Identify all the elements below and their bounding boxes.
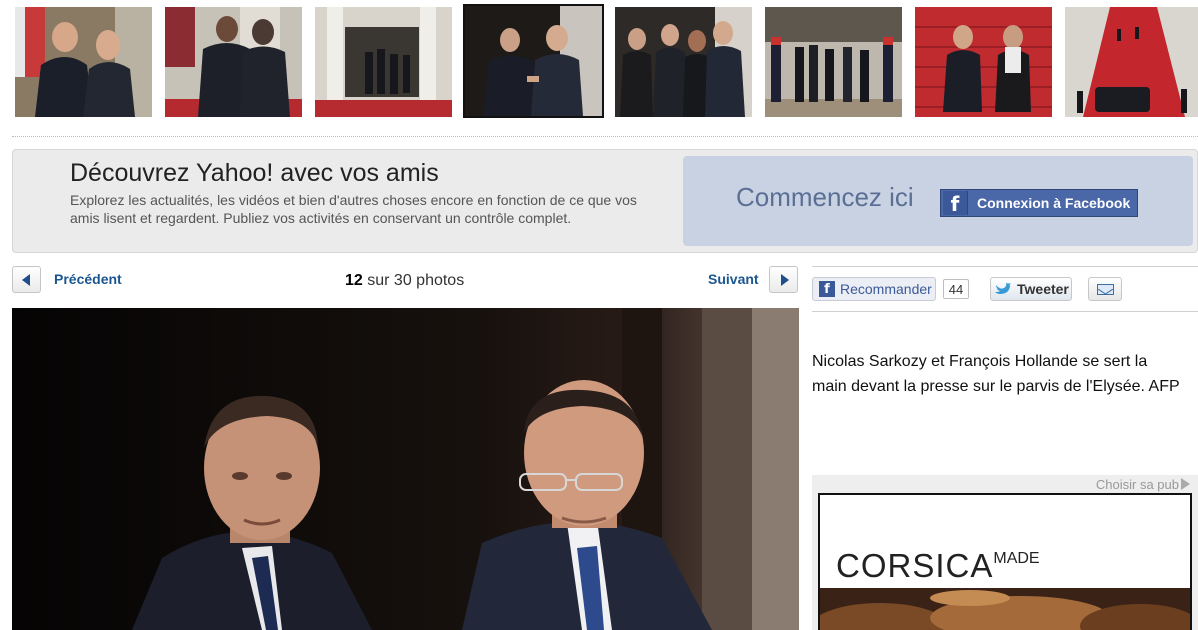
ad-brand: CORSICAMADE bbox=[836, 547, 1040, 584]
tweet-button[interactable]: Tweeter bbox=[990, 277, 1072, 301]
main-photo[interactable] bbox=[12, 308, 799, 630]
recommend-count: 44 bbox=[943, 279, 969, 299]
thumbnail-1[interactable] bbox=[15, 7, 152, 117]
email-share-button[interactable] bbox=[1088, 277, 1122, 301]
yahoo-social-promo: Découvrez Yahoo! avec vos amis Explorez … bbox=[12, 149, 1198, 253]
ad-choices-link[interactable]: Choisir sa pub bbox=[1096, 477, 1190, 492]
facebook-connect-button[interactable]: f Connexion à Facebook bbox=[940, 189, 1138, 217]
tweet-label: Tweeter bbox=[1017, 281, 1069, 297]
mail-icon bbox=[1097, 284, 1114, 295]
previous-button[interactable] bbox=[12, 266, 41, 293]
facebook-connect-label: Connexion à Facebook bbox=[977, 195, 1131, 211]
promo-description: Explorez les actualités, les vidéos et b… bbox=[70, 192, 637, 226]
ad-container: Choisir sa pub CORSICAMADE bbox=[812, 475, 1198, 630]
photo-caption: Nicolas Sarkozy et François Hollande se … bbox=[812, 353, 1180, 395]
divider bbox=[12, 136, 1198, 137]
start-label: Commencez ici bbox=[736, 182, 914, 212]
current-photo-number: 12 bbox=[345, 272, 363, 289]
ad-image bbox=[820, 588, 1190, 630]
thumbnail-6[interactable] bbox=[765, 7, 902, 117]
prev-arrow-icon bbox=[22, 274, 30, 286]
previous-link[interactable]: Précédent bbox=[54, 271, 122, 287]
play-icon bbox=[1181, 478, 1190, 490]
ad-choices-label: Choisir sa pub bbox=[1095, 477, 1179, 492]
next-arrow-icon bbox=[781, 274, 789, 286]
thumbnail-7[interactable] bbox=[915, 7, 1052, 117]
twitter-bird-icon bbox=[995, 283, 1011, 294]
promo-signup-panel: Commencez ici f Connexion à Facebook bbox=[683, 156, 1193, 246]
next-button[interactable] bbox=[769, 266, 798, 293]
photo-counter: 12 sur 30 photos bbox=[345, 272, 464, 290]
thumbnail-4-selected[interactable] bbox=[463, 4, 604, 118]
facebook-icon: f bbox=[819, 281, 835, 297]
thumbnail-5[interactable] bbox=[615, 7, 752, 117]
next-link[interactable]: Suivant bbox=[708, 271, 759, 287]
social-share-bar: f Recommander 44 Tweeter bbox=[812, 266, 1198, 312]
thumbnail-3[interactable] bbox=[315, 7, 452, 117]
advertisement[interactable]: CORSICAMADE bbox=[818, 493, 1192, 630]
thumbnail-2[interactable] bbox=[165, 7, 302, 117]
facebook-icon: f bbox=[943, 191, 968, 215]
promo-title: Découvrez Yahoo! avec vos amis bbox=[70, 159, 439, 187]
photo-total: sur 30 photos bbox=[367, 272, 465, 289]
recommend-label: Recommander bbox=[840, 281, 932, 297]
facebook-recommend-button[interactable]: f Recommander bbox=[812, 277, 936, 301]
thumbnail-strip bbox=[0, 0, 1198, 125]
thumbnail-8[interactable] bbox=[1065, 7, 1198, 117]
